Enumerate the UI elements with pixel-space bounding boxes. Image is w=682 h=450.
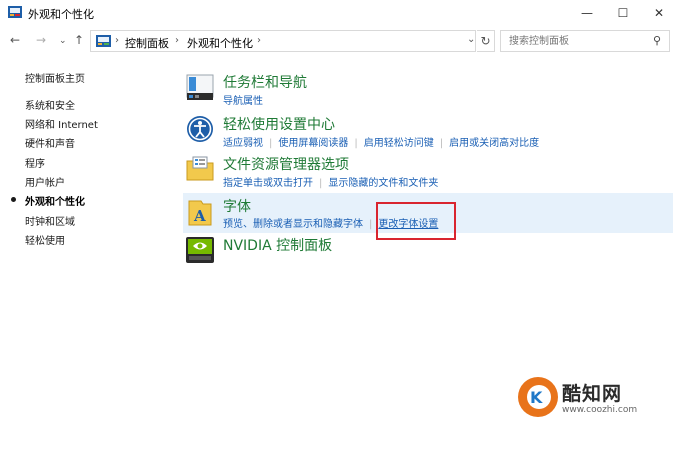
sidebar-item-appearance[interactable]: 外观和个性化 [25,193,85,208]
address-bar[interactable]: › 控制面板 › 外观和个性化 › ⌄ [90,30,476,52]
sidebar-item-system-security[interactable]: 系统和安全 [25,97,75,112]
title-bar: 外观和个性化 — ☐ ✕ [0,0,682,26]
link-single-double-click[interactable]: 指定单击或双击打开 [223,178,313,189]
svg-text:A: A [193,207,206,225]
ease-of-access-icon [187,116,213,142]
sidebar-item-programs[interactable]: 程序 [25,155,45,170]
nvidia-icon [186,237,214,263]
category-file-explorer-options: 文件资源管理器选项 指定单击或双击打开 | 显示隐藏的文件和文件夹 [183,154,673,189]
link-high-contrast[interactable]: 启用或关闭高对比度 [449,138,539,149]
breadcrumb-separator-icon[interactable]: › [115,35,119,46]
link-separator: | [319,178,323,189]
logo-letter: K [530,388,543,407]
active-bullet-icon [11,197,16,202]
minimize-button[interactable]: — [570,0,604,26]
fonts-folder-icon: A [188,200,212,226]
sidebar-item-home[interactable]: 控制面板主页 [25,70,85,85]
category-ease-of-access: 轻松使用设置中心 适应弱视 | 使用屏幕阅读器 | 启用轻松访问键 | 启用或关闭高对比度 [183,114,673,149]
close-button[interactable]: ✕ [642,0,676,26]
taskbar-icon [186,74,214,100]
sidebar-item-network[interactable]: 网络和 Internet [25,116,98,131]
category-title[interactable]: NVIDIA 控制面板 [223,235,332,255]
category-nvidia: NVIDIA 控制面板 [183,235,673,267]
link-access-keys[interactable]: 启用轻松访问键 [364,138,434,149]
category-title[interactable]: 任务栏和导航 [223,72,307,92]
up-arrow-icon[interactable]: ↑ [74,33,84,47]
link-screen-reader[interactable]: 使用屏幕阅读器 [278,138,348,149]
link-separator: | [369,219,373,230]
sidebar-item-user-accounts[interactable]: 用户帐户 [25,174,65,189]
link-separator: | [354,138,358,149]
watermark-name: 酷知网 [562,383,623,405]
link-navigation-properties[interactable]: 导航属性 [223,96,263,107]
breadcrumb-appearance[interactable]: 外观和个性化 [187,35,253,51]
folder-options-icon [186,156,214,181]
watermark-url: www.coozhi.com [562,405,638,415]
navigation-bar: ← → ⌄ ↑ › 控制面板 › 外观和个性化 › ⌄ ↻ ⚲ [0,29,682,53]
sidebar-item-hardware-sound[interactable]: 硬件和声音 [25,135,75,150]
sidebar-item-clock-region[interactable]: 时钟和区域 [25,213,75,228]
refresh-button[interactable]: ↻ [477,30,495,52]
breadcrumb-separator-icon[interactable]: › [257,35,261,46]
search-icon[interactable]: ⚲ [653,34,661,47]
sidebar-item-ease-of-access[interactable]: 轻松使用 [25,232,65,247]
search-input[interactable] [501,31,651,51]
breadcrumb-control-panel[interactable]: 控制面板 [125,35,169,51]
breadcrumb-separator-icon[interactable]: › [175,35,179,46]
category-title[interactable]: 字体 [223,196,251,216]
coozhi-logo-icon: K [518,377,558,417]
chevron-down-icon[interactable]: ⌄ [467,34,475,45]
control-panel-icon [8,6,22,18]
window-title: 外观和个性化 [28,8,94,21]
link-preview-delete-fonts[interactable]: 预览、删除或者显示和隐藏字体 [223,219,363,230]
category-taskbar: 任务栏和导航 导航属性 [183,72,673,107]
link-low-vision[interactable]: 适应弱视 [223,138,263,149]
link-separator: | [439,138,444,149]
link-separator: | [269,138,273,149]
site-watermark: K 酷知网 www.coozhi.com [516,373,676,421]
back-arrow-icon[interactable]: ← [10,33,20,47]
category-title[interactable]: 文件资源管理器选项 [223,154,349,174]
control-panel-icon [96,35,111,47]
maximize-button[interactable]: ☐ [606,0,640,26]
link-show-hidden-files[interactable]: 显示隐藏的文件和文件夹 [328,178,438,189]
category-title[interactable]: 轻松使用设置中心 [223,114,335,134]
search-box[interactable]: ⚲ [500,30,670,52]
forward-arrow-icon[interactable]: → [36,33,46,47]
recent-locations-icon[interactable]: ⌄ [59,36,67,46]
